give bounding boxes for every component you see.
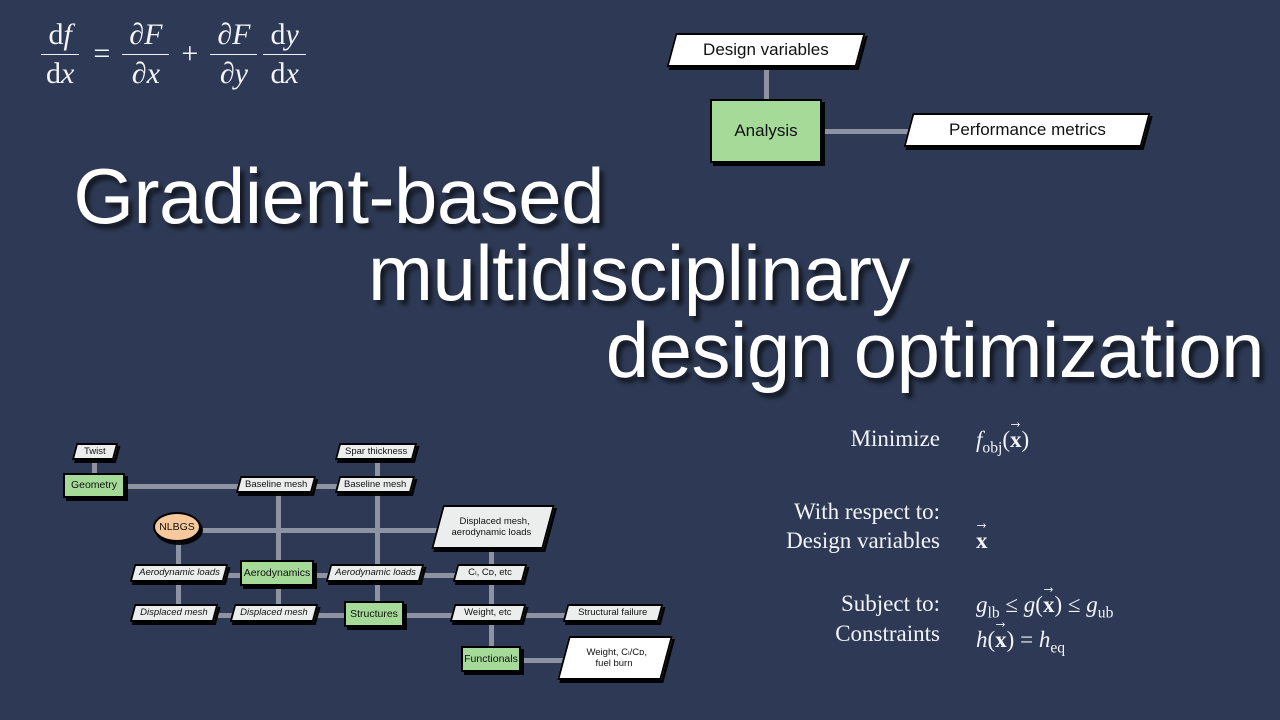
node-label-weight-clcd-fuelburn-line1: Weight, Cₗ/Cᴅ, <box>586 646 647 658</box>
node-analysis: Analysis <box>710 99 822 163</box>
node-label-displaced-mesh-aero-loads-line2: aerodynamic loads <box>451 527 532 538</box>
connector-weightetc-functionals <box>489 624 494 648</box>
node-label-cl-cd-etc: Cₗ, Cᴅ, etc <box>468 567 512 579</box>
node-cl-cd-etc: Cₗ, Cᴅ, etc <box>452 564 528 582</box>
node-label-geometry: Geometry <box>70 479 118 492</box>
node-performance-metrics: Performance metrics <box>903 113 1151 147</box>
node-displaced-mesh-1: Displaced mesh <box>129 604 219 622</box>
node-design-variables: Design variables <box>666 33 866 67</box>
node-displaced-mesh-aero-loads: Displaced mesh, aerodynamic loads <box>431 505 555 549</box>
connector-geometry-baselinemesh1 <box>124 484 252 489</box>
constraint-g-ub: g <box>1086 592 1098 618</box>
node-label-aerodynamic-loads-2: Aerodynamic loads <box>334 567 416 579</box>
optimization-problem-statement: Minimize fobj(x) With respect to: Design… <box>740 424 1260 659</box>
design-variable-expression: x <box>976 525 988 555</box>
constraint-h-eq: h <box>1038 627 1051 653</box>
node-aerodynamic-loads-2: Aerodynamic loads <box>325 564 425 582</box>
node-twist: Twist <box>71 443 119 460</box>
objective-subscript: obj <box>982 439 1003 457</box>
node-label-analysis: Analysis <box>734 121 798 141</box>
node-label-structural-failure: Structural failure <box>578 607 648 619</box>
node-label-design-variables: Design variables <box>703 40 829 60</box>
node-label-performance-metrics: Performance metrics <box>948 120 1106 140</box>
minimize-label: Minimize <box>850 426 940 451</box>
node-structural-failure: Structural failure <box>562 604 664 622</box>
node-label-displaced-mesh-aero-loads-line1: Displaced mesh, <box>459 515 530 527</box>
node-label-displaced-mesh-2: Displaced mesh <box>240 607 308 619</box>
with-respect-to-label: With respect to: Design variables <box>786 498 940 554</box>
node-weight-etc: Weight, etc <box>449 604 527 622</box>
node-aerodynamic-loads-1: Aerodynamic loads <box>129 564 229 582</box>
node-label-structures: Structures <box>350 607 398 620</box>
node-label-baseline-mesh-1: Baseline mesh <box>244 478 308 490</box>
node-label-twist: Twist <box>84 445 106 457</box>
connector-aeroloads2-clcd <box>418 573 458 578</box>
node-baseline-mesh-1: Baseline mesh <box>235 476 317 493</box>
design-vector-x: x <box>1010 424 1022 454</box>
node-label-displaced-mesh-1: Displaced mesh <box>140 607 208 619</box>
node-displaced-mesh-2: Displaced mesh <box>229 604 319 622</box>
constraints-expressions: glb ≤ g(x) ≤ gub h(x) = heq <box>976 589 1113 658</box>
with-respect-to-row: With respect to: Design variables x <box>740 497 1260 556</box>
node-label-weight-clcd-fuelburn-line2: fuel burn <box>595 658 633 669</box>
node-baseline-mesh-2: Baseline mesh <box>334 476 416 493</box>
subject-to-label: Subject to: Constraints <box>835 591 940 646</box>
subject-to-row: Subject to: Constraints glb ≤ g(x) ≤ gub… <box>740 589 1260 658</box>
node-label-baseline-mesh-2: Baseline mesh <box>343 478 407 490</box>
connector-nlbgs-displacedmeshaero <box>202 528 442 533</box>
slide-root: df dx = ∂F ∂x + ∂F ∂y dy dx Design varia… <box>0 0 1280 720</box>
connector-baselinemesh2-column <box>375 492 380 610</box>
node-label-nlbgs: NLBGS <box>159 520 195 533</box>
connector-weightetc-structuralfailure <box>524 613 568 618</box>
connector-displacedmesh2-structures <box>314 613 346 618</box>
constraint-g: g <box>1023 592 1036 618</box>
node-label-weight-etc: Weight, etc <box>464 607 512 619</box>
design-vector-x: x <box>995 624 1007 654</box>
node-spar-thickness: Spar thickness <box>334 443 418 460</box>
node-functionals: Functionals <box>461 646 521 672</box>
constraint-eq-subscript: eq <box>1050 639 1066 657</box>
connector-sparthickness-baselinemesh2 <box>375 458 380 478</box>
node-label-spar-thickness: Spar thickness <box>344 445 408 457</box>
minimize-row: Minimize fobj(x) <box>740 424 1260 459</box>
design-vector-x: x <box>976 525 988 555</box>
objective-expression: fobj(x) <box>976 424 1029 459</box>
constraint-ub-subscript: ub <box>1097 605 1114 623</box>
node-geometry: Geometry <box>63 473 125 498</box>
node-nlbgs: NLBGS <box>153 512 201 542</box>
node-label-aerodynamic-loads-1: Aerodynamic loads <box>138 567 220 579</box>
node-label-aerodynamics: Aerodynamics <box>243 566 311 579</box>
constraint-g-lb: g <box>976 592 988 618</box>
node-label-functionals: Functionals <box>464 652 518 665</box>
connector-structures-weightetc <box>402 613 454 618</box>
connector-analysis-performance <box>824 129 920 134</box>
node-structures: Structures <box>344 601 404 627</box>
constraint-h: h <box>976 627 988 653</box>
node-weight-clcd-fuelburn: Weight, Cₗ/Cᴅ, fuel burn <box>557 636 673 680</box>
node-aerodynamics: Aerodynamics <box>240 560 314 586</box>
full-xdsm-diagram: Twist Spar thickness Geometry Baseline m… <box>0 0 760 720</box>
less-equal-2: ≤ <box>1067 592 1081 618</box>
connector-functionals-weightclcd <box>521 658 565 663</box>
equals-sign: = <box>1020 627 1034 653</box>
design-vector-x: x <box>1043 589 1055 619</box>
constraint-equality: h(x) = heq <box>976 624 1113 659</box>
